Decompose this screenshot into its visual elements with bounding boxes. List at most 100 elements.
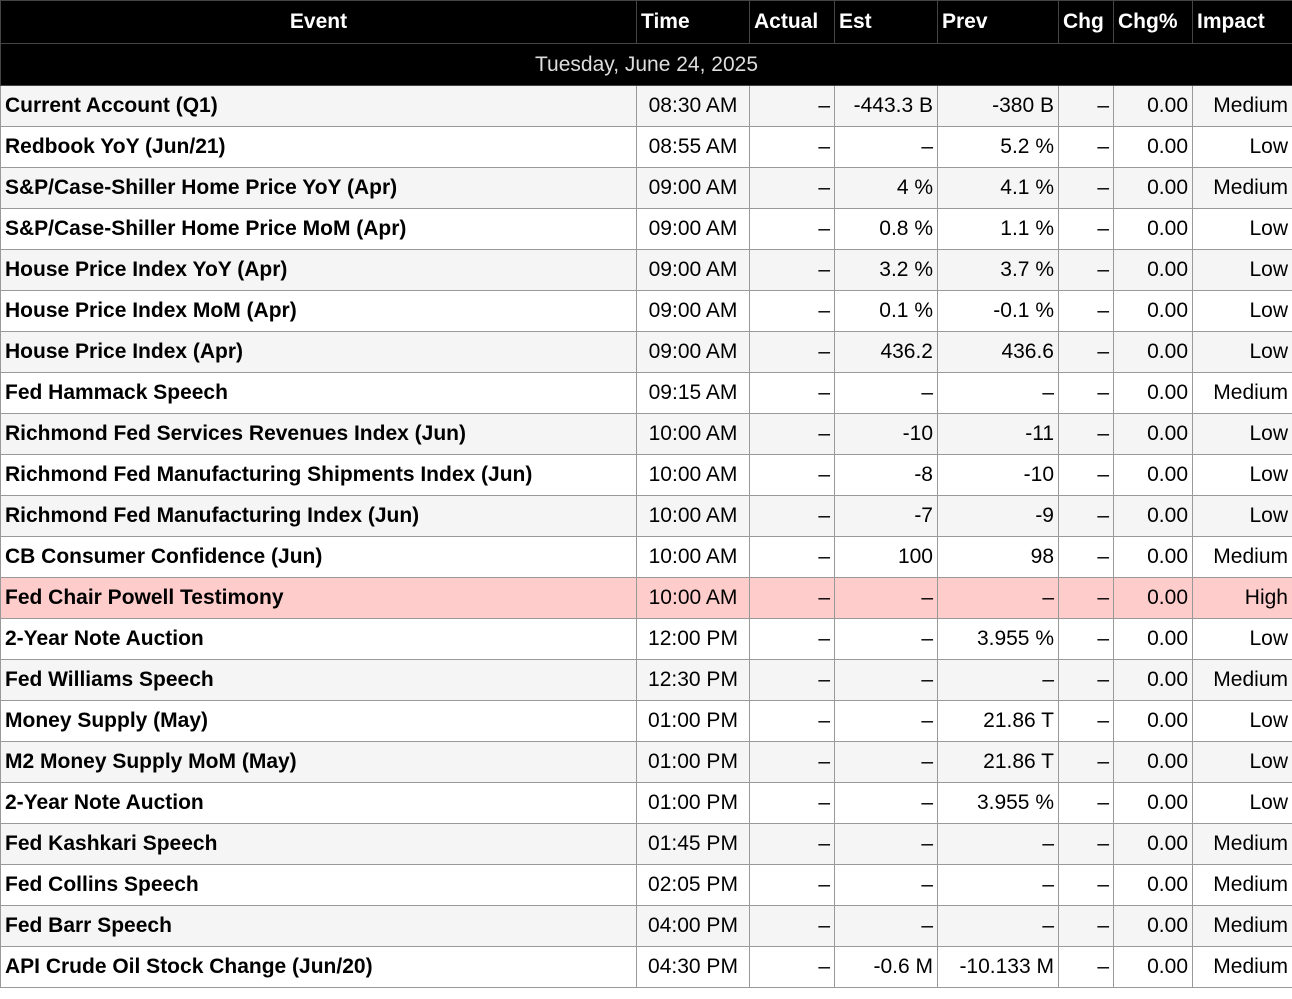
- event-row[interactable]: Current Account (Q1) 08:30 AM – -443.3 B -38…: [0, 85, 1292, 127]
- event-est: –: [834, 126, 938, 168]
- event-actual: –: [749, 823, 835, 865]
- event-actual: –: [749, 618, 835, 660]
- event-name[interactable]: Richmond Fed Manufacturing Index (Jun): [0, 495, 637, 537]
- event-row[interactable]: Fed Hammack Speech 09:15 AM – – – –0.00 Medium: [0, 372, 1292, 414]
- event-name[interactable]: Redbook YoY (Jun/21): [0, 126, 637, 168]
- event-impact: Medium: [1192, 946, 1292, 988]
- event-chg-pct: 0.00: [1113, 372, 1193, 414]
- event-time: 12:00 PM: [636, 618, 750, 660]
- event-chg-pct: 0.00: [1113, 864, 1193, 906]
- event-impact: Low: [1192, 331, 1292, 373]
- event-name[interactable]: S&P/Case-Shiller Home Price YoY (Apr): [0, 167, 637, 209]
- event-time: 09:00 AM: [636, 167, 750, 209]
- event-prev: –: [937, 905, 1059, 947]
- event-prev: 4.1 %: [937, 167, 1059, 209]
- event-chg-pct: 0.00: [1113, 413, 1193, 455]
- event-chg: –: [1058, 782, 1114, 824]
- event-prev: -10.133 M: [937, 946, 1059, 988]
- event-name[interactable]: House Price Index YoY (Apr): [0, 249, 637, 291]
- event-name[interactable]: Fed Chair Powell Testimony: [0, 577, 637, 619]
- event-name[interactable]: Fed Williams Speech: [0, 659, 637, 701]
- event-row[interactable]: House Price Index (Apr) 09:00 AM –436.2 436…: [0, 331, 1292, 373]
- event-row[interactable]: M2 Money Supply MoM (May) 01:00 PM – –21.86…: [0, 741, 1292, 783]
- header-row: Event Time Actual Est Prev Chg Chg% Impa…: [0, 0, 1292, 44]
- event-impact: Medium: [1192, 864, 1292, 906]
- event-time: 04:00 PM: [636, 905, 750, 947]
- event-name[interactable]: House Price Index MoM (Apr): [0, 290, 637, 332]
- header-impact[interactable]: Impact: [1192, 0, 1292, 44]
- event-est: –: [834, 864, 938, 906]
- event-actual: –: [749, 331, 835, 373]
- event-chg: –: [1058, 85, 1114, 127]
- event-name[interactable]: Richmond Fed Manufacturing Shipments Ind…: [0, 454, 637, 496]
- event-name[interactable]: API Crude Oil Stock Change (Jun/20): [0, 946, 637, 988]
- event-name[interactable]: Fed Kashkari Speech: [0, 823, 637, 865]
- event-name[interactable]: Money Supply (May): [0, 700, 637, 742]
- event-impact: Low: [1192, 618, 1292, 660]
- event-prev: 5.2 %: [937, 126, 1059, 168]
- event-impact: Low: [1192, 741, 1292, 783]
- event-row[interactable]: S&P/Case-Shiller Home Price YoY (Apr) 09:…: [0, 167, 1292, 209]
- event-name[interactable]: M2 Money Supply MoM (May): [0, 741, 637, 783]
- event-actual: –: [749, 290, 835, 332]
- event-row[interactable]: Fed Chair Powell Testimony 10:00 AM – – – –0.…: [0, 577, 1292, 619]
- event-name[interactable]: Richmond Fed Services Revenues Index (Ju…: [0, 413, 637, 455]
- event-row[interactable]: Redbook YoY (Jun/21) 08:55 AM – –5.2 % –0.00…: [0, 126, 1292, 168]
- event-row[interactable]: Money Supply (May) 01:00 PM – –21.86 T –0.00…: [0, 700, 1292, 742]
- event-name[interactable]: Current Account (Q1): [0, 85, 637, 127]
- event-name[interactable]: CB Consumer Confidence (Jun): [0, 536, 637, 578]
- event-chg-pct: 0.00: [1113, 208, 1193, 250]
- event-name[interactable]: Fed Collins Speech: [0, 864, 637, 906]
- event-chg-pct: 0.00: [1113, 823, 1193, 865]
- event-row[interactable]: 2-Year Note Auction 12:00 PM – –3.955 % –0.0…: [0, 618, 1292, 660]
- event-row[interactable]: Richmond Fed Manufacturing Index (Jun) 10…: [0, 495, 1292, 537]
- event-name[interactable]: Fed Barr Speech: [0, 905, 637, 947]
- event-row[interactable]: 2-Year Note Auction 01:00 PM – –3.955 % –0.0…: [0, 782, 1292, 824]
- event-prev: -0.1 %: [937, 290, 1059, 332]
- event-chg-pct: 0.00: [1113, 618, 1193, 660]
- event-row[interactable]: Fed Collins Speech 02:05 PM – – – –0.00 Medium: [0, 864, 1292, 906]
- event-name[interactable]: 2-Year Note Auction: [0, 782, 637, 824]
- event-est: 0.8 %: [834, 208, 938, 250]
- event-impact: Medium: [1192, 536, 1292, 578]
- event-name[interactable]: House Price Index (Apr): [0, 331, 637, 373]
- event-actual: –: [749, 495, 835, 537]
- header-prev[interactable]: Prev: [937, 0, 1059, 44]
- event-name[interactable]: 2-Year Note Auction: [0, 618, 637, 660]
- event-prev: –: [937, 577, 1059, 619]
- event-actual: –: [749, 126, 835, 168]
- event-row[interactable]: House Price Index YoY (Apr) 09:00 AM –3.2 …: [0, 249, 1292, 291]
- event-row[interactable]: Fed Barr Speech 04:00 PM – – – –0.00 Medium: [0, 905, 1292, 947]
- event-row[interactable]: Richmond Fed Manufacturing Shipments Ind…: [0, 454, 1292, 496]
- event-time: 10:00 AM: [636, 536, 750, 578]
- event-est: –: [834, 659, 938, 701]
- event-row[interactable]: Fed Kashkari Speech 01:45 PM – – – –0.00 Mediu…: [0, 823, 1292, 865]
- header-chg[interactable]: Chg: [1058, 0, 1114, 44]
- header-chg-pct[interactable]: Chg%: [1113, 0, 1193, 44]
- header-est[interactable]: Est: [834, 0, 938, 44]
- event-actual: –: [749, 864, 835, 906]
- event-est: 100: [834, 536, 938, 578]
- event-time: 09:15 AM: [636, 372, 750, 414]
- header-event[interactable]: Event: [0, 0, 637, 44]
- event-est: –: [834, 905, 938, 947]
- event-time: 09:00 AM: [636, 331, 750, 373]
- event-chg-pct: 0.00: [1113, 495, 1193, 537]
- event-row[interactable]: API Crude Oil Stock Change (Jun/20) 04:30…: [0, 946, 1292, 988]
- event-actual: –: [749, 85, 835, 127]
- event-prev: –: [937, 659, 1059, 701]
- header-time[interactable]: Time: [636, 0, 750, 44]
- event-actual: –: [749, 536, 835, 578]
- event-row[interactable]: Fed Williams Speech 12:30 PM – – – –0.00 Mediu…: [0, 659, 1292, 701]
- event-row[interactable]: S&P/Case-Shiller Home Price MoM (Apr) 09:…: [0, 208, 1292, 250]
- event-row[interactable]: Richmond Fed Services Revenues Index (Ju…: [0, 413, 1292, 455]
- header-actual[interactable]: Actual: [749, 0, 835, 44]
- event-chg: –: [1058, 823, 1114, 865]
- event-est: -10: [834, 413, 938, 455]
- event-row[interactable]: CB Consumer Confidence (Jun) 10:00 AM –100…: [0, 536, 1292, 578]
- event-name[interactable]: Fed Hammack Speech: [0, 372, 637, 414]
- event-name[interactable]: S&P/Case-Shiller Home Price MoM (Apr): [0, 208, 637, 250]
- event-chg: –: [1058, 659, 1114, 701]
- event-est: –: [834, 577, 938, 619]
- event-row[interactable]: House Price Index MoM (Apr) 09:00 AM –0.1 …: [0, 290, 1292, 332]
